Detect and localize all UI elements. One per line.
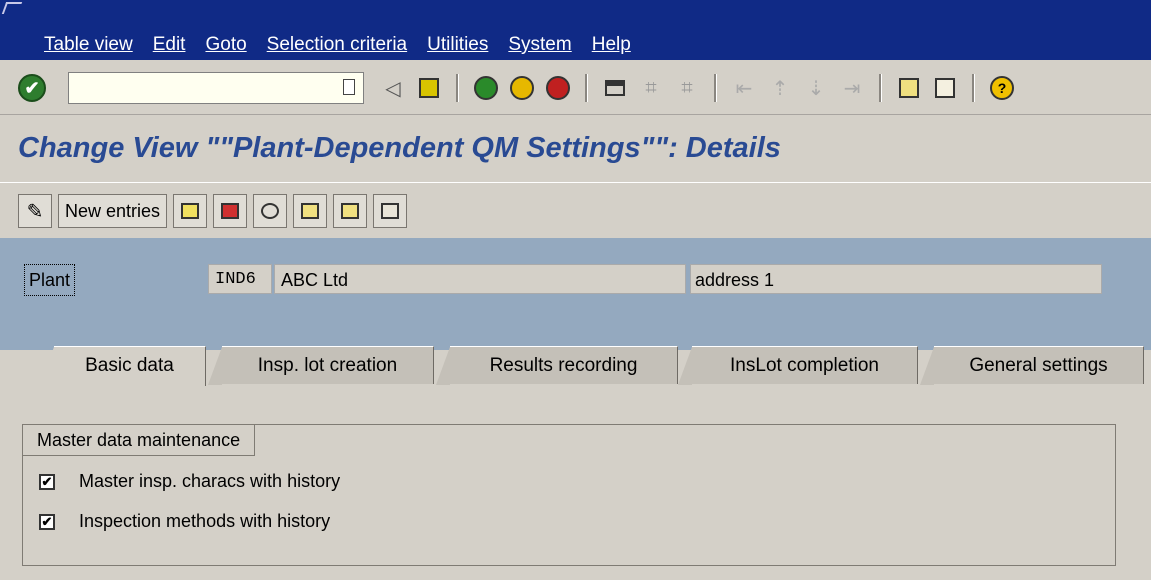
- toolbar-separator: [585, 74, 588, 102]
- delete-icon[interactable]: [213, 194, 248, 228]
- plant-address-field: address 1: [690, 264, 1102, 294]
- find-next-icon[interactable]: ⌗: [674, 75, 700, 101]
- option-inspection-methods: ✔ Inspection methods with history: [39, 511, 330, 532]
- menu-item-utilities[interactable]: Utilities: [427, 34, 488, 56]
- plant-label: Plant: [24, 264, 76, 296]
- next-entry-icon[interactable]: [333, 194, 368, 228]
- toolbar-separator: [972, 74, 975, 102]
- menu-bar: Table view Edit Goto Selection criteria …: [0, 0, 1151, 60]
- previous-page-icon[interactable]: ⇡: [767, 75, 793, 101]
- display-change-icon[interactable]: ✎: [18, 194, 52, 228]
- cancel-icon[interactable]: [545, 75, 571, 101]
- command-field[interactable]: [68, 72, 364, 104]
- menu-item-help[interactable]: Help: [592, 34, 631, 56]
- toolbar-separator: [714, 74, 717, 102]
- shortcut-icon[interactable]: [932, 75, 958, 101]
- plant-name-field: ABC Ltd: [274, 264, 686, 294]
- print-icon[interactable]: [602, 75, 628, 101]
- plant-code-field: IND6: [208, 264, 272, 294]
- page-title: Change View ""Plant-Dependent QM Setting…: [18, 132, 781, 164]
- last-page-icon[interactable]: ⇥: [839, 75, 865, 101]
- toolbar-icons: ◁ ⌗ ⌗ ⇤ ⇡ ⇣ ⇥ ?: [380, 74, 1015, 102]
- command-history-icon[interactable]: [343, 79, 355, 95]
- tab-results-recording[interactable]: Results recording: [436, 346, 678, 385]
- menu-item-system[interactable]: System: [508, 34, 571, 56]
- toolbar-separator: [879, 74, 882, 102]
- next-page-icon[interactable]: ⇣: [803, 75, 829, 101]
- enter-icon[interactable]: ✔: [18, 74, 46, 102]
- previous-entry-icon[interactable]: [293, 194, 328, 228]
- menu-item-table-view[interactable]: Table view: [44, 34, 133, 56]
- inspection-methods-checkbox[interactable]: ✔: [39, 513, 55, 530]
- tab-general-settings[interactable]: General settings: [920, 346, 1144, 385]
- option-label: Master insp. characs with history: [79, 471, 341, 491]
- first-page-icon[interactable]: ⇤: [731, 75, 757, 101]
- back-arrow-icon[interactable]: ◁: [380, 75, 406, 101]
- group-title: Master data maintenance: [23, 425, 256, 456]
- undo-change-icon[interactable]: [253, 194, 288, 228]
- find-icon[interactable]: ⌗: [638, 75, 664, 101]
- tab-strip: Basic data Insp. lot creation Results re…: [0, 346, 1151, 386]
- application-toolbar: ✎ New entries: [0, 182, 1151, 240]
- toolbar-separator: [456, 74, 459, 102]
- copy-as-icon[interactable]: [173, 194, 208, 228]
- help-icon[interactable]: ?: [989, 75, 1015, 101]
- menu-list: Table view Edit Goto Selection criteria …: [44, 34, 631, 56]
- tab-basic-data[interactable]: Basic data: [40, 346, 206, 386]
- option-label: Inspection methods with history: [79, 511, 331, 531]
- header-area: [0, 238, 1151, 350]
- create-session-icon[interactable]: [896, 75, 922, 101]
- tab-inslot-completion[interactable]: InsLot completion: [678, 346, 918, 385]
- option-master-insp-characs: ✔ Master insp. characs with history: [39, 471, 340, 492]
- window-corner-icon: [1, 2, 23, 14]
- new-entries-button[interactable]: New entries: [58, 194, 168, 228]
- select-all-icon[interactable]: [373, 194, 408, 228]
- master-data-group: Master data maintenance ✔ Master insp. c…: [22, 424, 1116, 566]
- menu-item-goto[interactable]: Goto: [205, 34, 246, 56]
- save-icon[interactable]: [416, 75, 442, 101]
- menu-item-edit[interactable]: Edit: [153, 34, 186, 56]
- exit-icon[interactable]: [509, 75, 535, 101]
- standard-toolbar: ✔ ◁ ⌗ ⌗ ⇤ ⇡ ⇣ ⇥ ?: [0, 62, 1151, 115]
- master-insp-characs-checkbox[interactable]: ✔: [39, 473, 55, 490]
- tab-insp-lot-creation[interactable]: Insp. lot creation: [208, 346, 434, 385]
- back-icon[interactable]: [473, 75, 499, 101]
- menu-item-selection-criteria[interactable]: Selection criteria: [267, 34, 407, 56]
